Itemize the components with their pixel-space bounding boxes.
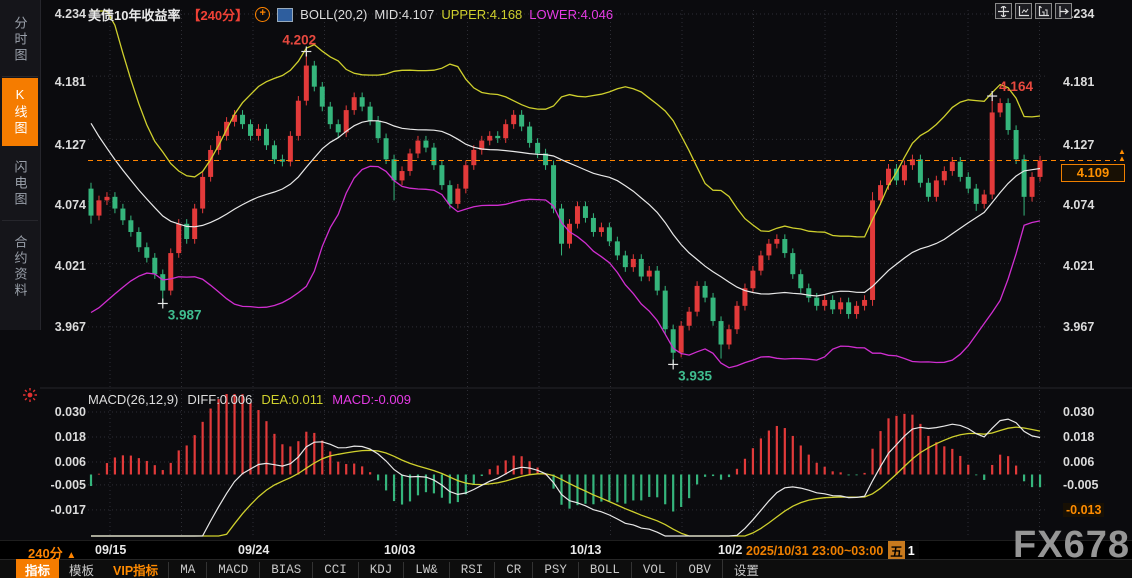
boll-upper-value: UPPER:4.168 — [441, 7, 522, 22]
macd-hist-value: MACD:-0.009 — [332, 392, 411, 407]
indicator-psy[interactable]: PSY — [532, 562, 578, 578]
macd-axis-left-1: 0.030 — [42, 405, 86, 419]
live-flash-icon[interactable] — [22, 387, 38, 408]
fx678-watermark: FX678 — [1013, 524, 1130, 567]
boll-lower-value: LOWER:4.046 — [529, 7, 613, 22]
chart-toolbar-icons — [995, 3, 1072, 19]
bar-time-tooltip: 2025/10/31 23:00~03:00 五 1 — [742, 542, 919, 559]
macd-axis-right-3: 0.006 — [1063, 455, 1094, 469]
indicator-vol[interactable]: VOL — [631, 562, 677, 578]
left-axis-chart-icon[interactable] — [1015, 3, 1032, 19]
macd-axis-right-4: -0.005 — [1063, 478, 1098, 492]
date-label-5: 10/2 — [718, 543, 742, 557]
indicator-rsi[interactable]: RSI — [449, 562, 495, 578]
kline-chart-canvas[interactable]: 3.987 4.202 3.935 4.164 — [0, 0, 1132, 578]
indicator-obv[interactable]: OBV — [676, 562, 722, 578]
tab-templates[interactable]: 模板 — [60, 559, 103, 578]
tab-indicators[interactable]: 指标 — [16, 559, 59, 578]
indicator-cci[interactable]: CCI — [312, 562, 358, 578]
period-label: 【240分】 — [187, 5, 248, 24]
macd-current-value-label: -0.013 — [1063, 503, 1104, 517]
indicator-cr[interactable]: CR — [494, 562, 532, 578]
price-axis-right-3: 4.127 — [1063, 138, 1094, 152]
date-label-2: 09/24 — [238, 543, 269, 557]
svg-text:3.987: 3.987 — [168, 307, 202, 322]
price-axis-right-5: 4.021 — [1063, 259, 1094, 273]
crosshair-icon[interactable] — [995, 3, 1012, 19]
macd-dea-value: DEA:0.011 — [261, 392, 323, 407]
macd-axis-left-2: 0.018 — [42, 430, 86, 444]
date-label-3: 10/03 — [384, 543, 415, 557]
sidebar-tab-contract-info[interactable]: 合约资料 — [2, 222, 38, 312]
price-axis-left-5: 4.021 — [42, 259, 86, 273]
macd-axis-left-5: -0.017 — [42, 503, 86, 517]
right-axis-chart-icon[interactable] — [1035, 3, 1052, 19]
macd-name: MACD(26,12,9) — [88, 392, 178, 407]
indicator-ma[interactable]: MA — [168, 562, 206, 578]
price-axis-left-3: 4.127 — [42, 138, 86, 152]
boll-mid-value: MID:4.107 — [374, 7, 434, 22]
indicator-toolbar: 指标 模板 VIP指标 MA MACD BIAS CCI KDJ LW& RSI… — [0, 559, 1132, 578]
chart-app: 3.987 4.202 3.935 4.164 分时图 K线图 闪电图 合约资料 美债… — [0, 0, 1132, 578]
price-axis-left-2: 4.181 — [42, 75, 86, 89]
date-label-4: 10/13 — [570, 543, 601, 557]
macd-axis-right-2: 0.018 — [1063, 430, 1094, 444]
price-axis-right-6: 3.967 — [1063, 320, 1094, 334]
price-axis-left-4: 4.074 — [42, 198, 86, 212]
date-label-1: 09/15 — [95, 543, 126, 557]
indicator-macd[interactable]: MACD — [206, 562, 259, 578]
sidebar-tab-timeline[interactable]: 分时图 — [2, 4, 38, 77]
indicator-lw[interactable]: LW& — [403, 562, 449, 578]
price-axis-right-4: 4.074 — [1063, 198, 1094, 212]
indicator-boll[interactable]: BOLL — [578, 562, 631, 578]
tooltip-weekday-badge: 五 — [888, 541, 905, 560]
macd-legend: MACD(26,12,9) DIFF:0.006 DEA:0.011 MACD:… — [88, 392, 411, 407]
symbol-title: 美债10年收益率 — [88, 5, 180, 24]
tooltip-datetime: 2025/10/31 23:00~03:00 — [746, 544, 883, 558]
price-axis-right-2: 4.181 — [1063, 75, 1094, 89]
sidebar-tab-flash[interactable]: 闪电图 — [2, 148, 38, 221]
expand-axis-icon[interactable] — [1055, 3, 1072, 19]
price-axis-left-6: 3.967 — [42, 320, 86, 334]
svg-text:4.164: 4.164 — [999, 79, 1033, 94]
svg-text:3.935: 3.935 — [678, 368, 712, 383]
indicator-kdj[interactable]: KDJ — [358, 562, 404, 578]
mini-chart-icon[interactable] — [277, 8, 293, 22]
sidebar-tab-kline[interactable]: K线图 — [2, 78, 38, 146]
boll-label: BOLL(20,2) — [300, 7, 367, 22]
macd-axis-left-3: 0.006 — [42, 455, 86, 469]
tab-vip-indicators[interactable]: VIP指标 — [104, 559, 167, 578]
price-up-arrows-icon: ▲▲ — [1118, 148, 1126, 162]
svg-text:4.202: 4.202 — [282, 33, 316, 48]
macd-diff-value: DIFF:0.006 — [187, 392, 252, 407]
indicator-bias[interactable]: BIAS — [259, 562, 312, 578]
time-axis-row: 240分 ▲ 09/15 09/24 10/03 10/13 10/2 2025… — [0, 540, 1132, 560]
settings-button[interactable]: 设置 — [722, 559, 770, 578]
macd-axis-right-1: 0.030 — [1063, 405, 1094, 419]
price-axis-left-1: 4.234 — [42, 7, 86, 21]
chart-legend: 美债10年收益率 【240分】 + BOLL(20,2) MID:4.107 U… — [88, 5, 613, 24]
current-price-box: 4.109 — [1061, 164, 1125, 182]
macd-axis-left-4: -0.005 — [42, 478, 86, 492]
sidebar: 分时图 K线图 闪电图 合约资料 — [0, 0, 41, 330]
tooltip-suffix: 1 — [908, 544, 915, 558]
add-indicator-icon[interactable]: + — [255, 7, 270, 22]
